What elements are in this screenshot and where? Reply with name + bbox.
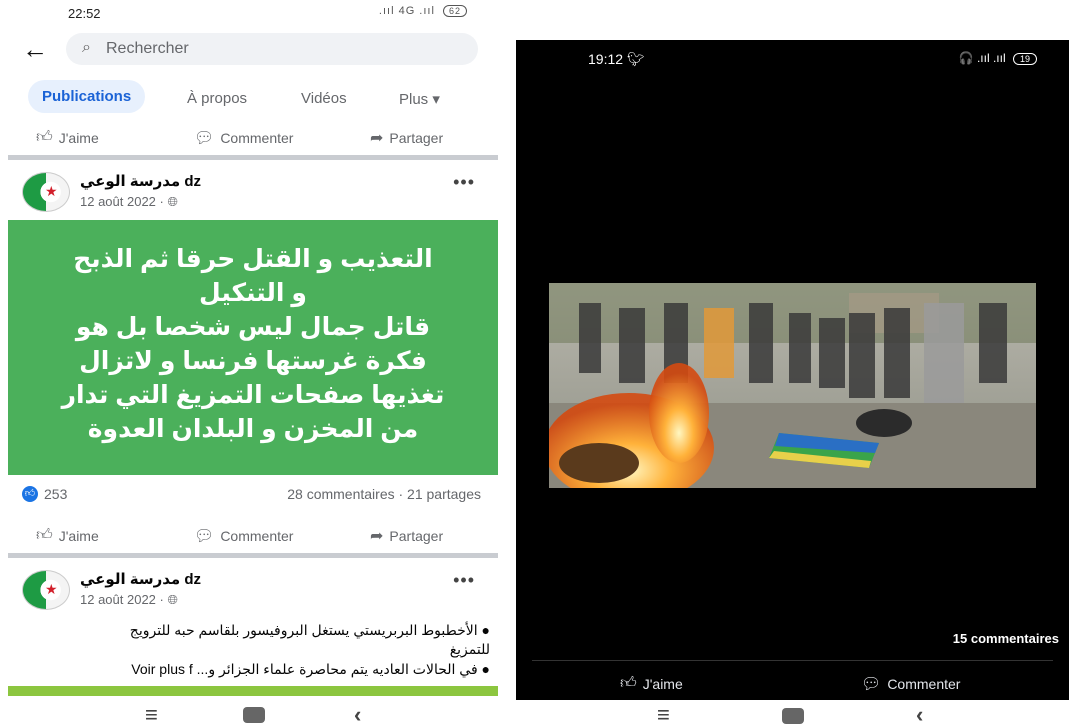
status-bar: 19:12 🐦︎ 🎧 .ııl .ııl 19 bbox=[516, 40, 1069, 76]
right-phone-screen: 19:12 🐦︎ 🎧 .ııl .ııl 19 15 commentaires … bbox=[516, 40, 1069, 700]
status-time: 22:52 bbox=[68, 6, 101, 21]
search-bar: ← ⌕ Rechercher bbox=[0, 30, 503, 70]
comment-label: Commenter bbox=[220, 130, 294, 146]
home-icon[interactable] bbox=[782, 708, 804, 724]
post-date: 12 août 2022 · 🌐︎ bbox=[80, 194, 178, 210]
star-icon: ★ bbox=[45, 183, 58, 199]
like-label: J'aime bbox=[642, 675, 683, 692]
action-row: 👍︎ J'aime 💬︎ Commenter ➦ Partager bbox=[0, 522, 503, 550]
status-time: 19:12 🐦︎ bbox=[588, 51, 645, 68]
star-icon: ★ bbox=[45, 581, 58, 597]
comment-button[interactable]: 💬︎ Commenter bbox=[194, 526, 293, 546]
like-icon: 👍︎ bbox=[36, 129, 53, 146]
share-label: Partager bbox=[389, 130, 444, 146]
share-label: Partager bbox=[389, 528, 444, 544]
image-text-line: فكرة غرستها فرنسا و لاتزال bbox=[79, 347, 427, 375]
like-badge-icon: 👍︎ bbox=[22, 486, 38, 502]
action-row-top: 👍︎ J'aime 💬︎ Commenter ➦ Partager bbox=[0, 124, 503, 152]
tab-publications[interactable]: Publications bbox=[28, 80, 146, 113]
tab-a-propos[interactable]: À propos bbox=[187, 90, 247, 107]
comment-label: Commenter bbox=[887, 676, 961, 692]
twitter-icon: 🐦︎ bbox=[626, 51, 645, 67]
image-text-line: قاتل جمال ليس شخصا بل هو bbox=[75, 313, 431, 341]
post-text-line: للتمزيغ bbox=[449, 641, 490, 657]
post-header: ★ مدرسة الوعي dz 12 août 2022 · 🌐︎ ••• bbox=[0, 570, 503, 618]
tab-videos[interactable]: Vidéos bbox=[301, 90, 347, 107]
post-divider bbox=[8, 155, 498, 160]
avatar[interactable]: ★ bbox=[22, 172, 70, 212]
share-button[interactable]: ➦ Partager bbox=[370, 526, 443, 546]
like-label: J'aime bbox=[58, 527, 99, 544]
page-tabs: Publications À propos Vidéos Plus ▾ bbox=[0, 80, 503, 116]
page-name[interactable]: مدرسة الوعي dz bbox=[80, 570, 201, 588]
share-button[interactable]: ➦ Partager bbox=[370, 128, 443, 148]
like-label: J'aime bbox=[58, 129, 99, 146]
post-image-card[interactable]: التعذيب و القتل حرقا ثم الذبح و التنكيل … bbox=[8, 220, 498, 475]
search-input[interactable]: Rechercher bbox=[106, 40, 189, 58]
globe-icon: 🌐︎ bbox=[167, 194, 178, 209]
globe-icon: 🌐︎ bbox=[167, 592, 178, 607]
post-header: ★ مدرسة الوعي dz 12 août 2022 · 🌐︎ ••• bbox=[0, 172, 503, 220]
status-signal: .ııl 4G .ııl 62 bbox=[379, 5, 467, 17]
android-nav-bar: ≡ ‹ bbox=[516, 700, 1069, 728]
like-icon: 👍︎ bbox=[36, 527, 53, 544]
comment-icon: 💬︎ bbox=[861, 676, 882, 693]
post-date-text: 12 août 2022 · bbox=[80, 592, 168, 607]
home-icon[interactable] bbox=[243, 707, 265, 723]
more-icon[interactable]: ••• bbox=[453, 172, 475, 193]
avatar[interactable]: ★ bbox=[22, 570, 70, 610]
comment-icon: 💬︎ bbox=[194, 130, 215, 147]
post-divider bbox=[8, 553, 498, 558]
divider bbox=[532, 660, 1053, 661]
nav-back-icon[interactable]: ‹ bbox=[354, 702, 361, 728]
signal-icons: .ııl 4G .ııl bbox=[378, 5, 435, 17]
like-button[interactable]: 👍︎ J'aime bbox=[36, 526, 99, 545]
share-icon: ➦ bbox=[370, 130, 384, 147]
battery-icon: 62 bbox=[442, 5, 467, 17]
comments-count[interactable]: 15 commentaires bbox=[953, 631, 1059, 646]
page-name[interactable]: مدرسة الوعي dz bbox=[80, 172, 201, 190]
status-time-text: 19:12 bbox=[588, 51, 624, 67]
menu-icon[interactable]: ≡ bbox=[145, 702, 158, 728]
comments-shares-count[interactable]: 28 commentaires · 21 partages bbox=[287, 486, 481, 502]
post-stats: 👍︎ 253 28 commentaires · 21 partages bbox=[0, 486, 503, 506]
video-player[interactable] bbox=[549, 283, 1036, 488]
comment-button[interactable]: 💬︎ Commenter bbox=[861, 674, 960, 694]
more-icon[interactable]: ••• bbox=[453, 570, 475, 591]
nav-back-icon[interactable]: ‹ bbox=[916, 702, 923, 728]
like-button[interactable]: 👍︎ J'aime bbox=[620, 674, 683, 693]
like-count[interactable]: 253 bbox=[44, 486, 67, 502]
back-arrow-icon[interactable]: ← bbox=[22, 34, 48, 65]
tab-plus[interactable]: Plus ▾ bbox=[399, 90, 440, 108]
video-frame bbox=[549, 283, 1036, 488]
like-button[interactable]: 👍︎ J'aime bbox=[36, 128, 99, 147]
post-text-line[interactable]: ● في الحالات العاديه يتم محاصرة علماء ال… bbox=[14, 661, 490, 678]
image-text-line: التعذيب و القتل حرقا ثم الذبح bbox=[73, 245, 433, 273]
left-phone-screen: 22:52 .ııl 4G .ııl 62 ← ⌕ Rechercher Pub… bbox=[0, 0, 503, 728]
post-date: 12 août 2022 · 🌐︎ bbox=[80, 592, 178, 608]
signal-icons: 🎧 .ııl .ııl bbox=[958, 51, 1006, 65]
share-icon: ➦ bbox=[370, 528, 384, 545]
post-text-line: ● الأخطبوط البربريستي يستغل البروفيسور ب… bbox=[129, 622, 490, 638]
status-bar: 22:52 .ııl 4G .ııl 62 bbox=[0, 0, 503, 28]
status-signal: 🎧 .ııl .ııl 19 bbox=[959, 51, 1037, 65]
comment-icon: 💬︎ bbox=[194, 528, 215, 545]
image-text-line: من المخزن و البلدان العدوة bbox=[87, 415, 419, 443]
comment-label: Commenter bbox=[220, 528, 294, 544]
image-text-line: تغذيها صفحات التمزيغ التي تدار bbox=[61, 381, 445, 409]
post-date-text: 12 août 2022 · bbox=[80, 194, 168, 209]
comment-button[interactable]: 💬︎ Commenter bbox=[194, 128, 293, 148]
menu-icon[interactable]: ≡ bbox=[657, 702, 670, 728]
search-icon: ⌕ bbox=[82, 39, 91, 56]
image-text-line: و التنكيل bbox=[199, 279, 307, 307]
action-row: 👍︎ J'aime 💬︎ Commenter bbox=[516, 670, 1069, 696]
android-nav-bar: ≡ ‹ bbox=[0, 702, 503, 728]
like-icon: 👍︎ bbox=[620, 675, 637, 692]
search-box[interactable]: ⌕ Rechercher bbox=[66, 33, 478, 65]
battery-icon: 19 bbox=[1012, 53, 1037, 65]
next-post-preview bbox=[8, 686, 498, 696]
